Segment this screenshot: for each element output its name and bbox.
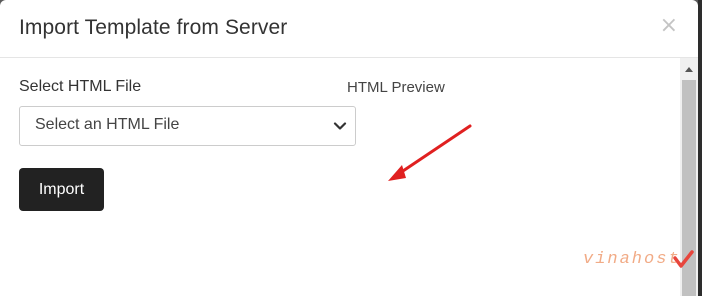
vinahost-watermark: vinahost — [583, 250, 681, 269]
select-value: Select an HTML File — [35, 116, 180, 133]
html-file-select[interactable]: Select an HTML File — [19, 106, 356, 146]
scroll-up-icon[interactable] — [680, 62, 698, 76]
modal-body: Select HTML File HTML Preview Select an … — [0, 58, 680, 296]
modal-header: Import Template from Server × — [0, 0, 698, 58]
window-edge — [698, 0, 702, 296]
modal-title: Import Template from Server — [19, 16, 288, 39]
chevron-down-icon — [333, 122, 347, 130]
red-arrow-annotation — [388, 124, 472, 181]
import-button[interactable]: Import — [19, 168, 104, 211]
close-icon[interactable]: × — [660, 14, 678, 38]
select-html-file-label: Select HTML File — [19, 78, 142, 95]
html-preview-label: HTML Preview — [347, 79, 445, 96]
checkmark-logo-icon — [673, 250, 694, 268]
